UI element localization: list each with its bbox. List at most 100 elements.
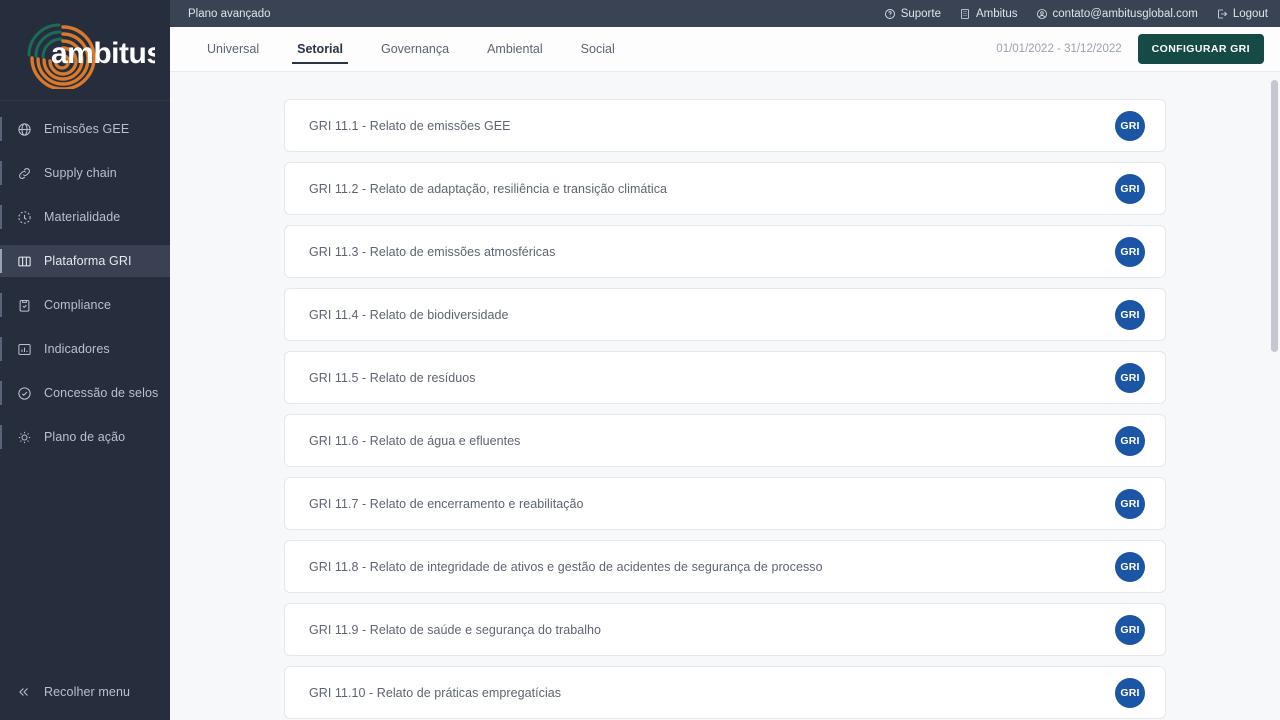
gri-item-title: GRI 11.1 - Relato de emissões GEE xyxy=(309,118,511,133)
tab-list: Universal Setorial Governança Ambiental … xyxy=(188,27,634,71)
topbar-right: Suporte Ambitus contato@ambitusglobal.co… xyxy=(884,8,1268,20)
item-accent-bar xyxy=(0,381,2,405)
gri-list-item[interactable]: GRI 11.5 - Relato de resíduos GRI xyxy=(284,351,1166,404)
gri-item-title: GRI 11.2 - Relato de adaptação, resiliên… xyxy=(309,181,668,196)
sidebar-item-label: Plano de ação xyxy=(44,430,126,444)
gri-badge[interactable]: GRI xyxy=(1115,110,1145,141)
ambitus-logo-icon: ambitus xyxy=(27,23,155,89)
sidebar-item-concessao-de-selos[interactable]: Concessão de selos xyxy=(0,377,170,409)
item-accent-bar xyxy=(0,205,2,229)
gri-list-item[interactable]: GRI 11.6 - Relato de água e efluentes GR… xyxy=(284,414,1166,467)
tab-label: Ambiental xyxy=(487,42,543,56)
gri-list-item[interactable]: GRI 11.2 - Relato de adaptação, resiliên… xyxy=(284,162,1166,215)
tabbar-actions: 01/01/2022 - 31/12/2022 CONFIGURAR GRI xyxy=(996,27,1264,71)
gri-list: GRI 11.1 - Relato de emissões GEE GRI GR… xyxy=(170,72,1280,720)
gri-list-item[interactable]: GRI 11.10 - Relato de práticas empregatí… xyxy=(284,666,1166,719)
bar-chart-icon xyxy=(14,339,34,359)
brand-logo[interactable]: ambitus xyxy=(0,0,170,101)
gri-badge[interactable]: GRI xyxy=(1115,425,1145,456)
content-area: GRI 11.1 - Relato de emissões GEE GRI GR… xyxy=(170,72,1280,720)
gri-badge[interactable]: GRI xyxy=(1115,614,1145,645)
logout-icon xyxy=(1216,8,1228,20)
date-range-picker[interactable]: 01/01/2022 - 31/12/2022 xyxy=(996,43,1121,55)
gri-list-item[interactable]: GRI 11.3 - Relato de emissões atmosféric… xyxy=(284,225,1166,278)
gri-item-title: GRI 11.9 - Relato de saúde e segurança d… xyxy=(309,622,602,637)
topbar-left: Plano avançado xyxy=(182,8,270,20)
plan-label: Plano avançado xyxy=(188,7,271,20)
gri-badge[interactable]: GRI xyxy=(1115,362,1145,393)
sidebar-item-label: Supply chain xyxy=(44,166,117,180)
gri-badge[interactable]: GRI xyxy=(1115,299,1145,330)
gri-item-title: GRI 11.10 - Relato de práticas empregatí… xyxy=(309,685,562,700)
gri-item-title: GRI 11.4 - Relato de biodiversidade xyxy=(309,307,509,322)
gri-list-item[interactable]: GRI 11.4 - Relato de biodiversidade GRI xyxy=(284,288,1166,341)
item-accent-bar xyxy=(0,293,2,317)
gri-badge[interactable]: GRI xyxy=(1115,551,1145,582)
tab-ambiental[interactable]: Ambiental xyxy=(468,27,562,71)
check-circle-icon xyxy=(14,383,34,403)
app-root: ambitus Emissões GEE Supply chain Materi… xyxy=(0,0,1280,720)
tab-setorial[interactable]: Setorial xyxy=(278,27,362,71)
support-label: Suporte xyxy=(900,7,941,20)
gri-badge[interactable]: GRI xyxy=(1115,677,1145,708)
gri-item-title: GRI 11.5 - Relato de resíduos xyxy=(309,370,476,385)
gri-badge[interactable]: GRI xyxy=(1115,488,1145,519)
scrollbar-thumb[interactable] xyxy=(1271,80,1278,352)
sidebar-item-plano-de-acao[interactable]: Plano de ação xyxy=(0,421,170,453)
gri-item-title: GRI 11.6 - Relato de água e efluentes xyxy=(309,433,521,448)
columns-icon xyxy=(14,251,34,271)
gri-list-item[interactable]: GRI 11.9 - Relato de saúde e segurança d… xyxy=(284,603,1166,656)
account-email: contato@ambitusglobal.com xyxy=(1052,7,1198,20)
tab-label: Social xyxy=(580,42,615,56)
collapse-menu-label: Recolher menu xyxy=(44,685,131,699)
gri-badge[interactable]: GRI xyxy=(1115,236,1145,267)
account-link[interactable]: contato@ambitusglobal.com xyxy=(1036,8,1198,20)
tab-governanca[interactable]: Governança xyxy=(362,27,468,71)
sidebar-item-label: Indicadores xyxy=(44,342,110,356)
user-circle-icon xyxy=(1036,8,1048,20)
sidebar-item-indicadores[interactable]: Indicadores xyxy=(0,333,170,365)
tabbar: Universal Setorial Governança Ambiental … xyxy=(170,27,1280,72)
sidebar-item-supply-chain[interactable]: Supply chain xyxy=(0,157,170,189)
sidebar-item-emissoes-gee[interactable]: Emissões GEE xyxy=(0,113,170,145)
gri-list-item[interactable]: GRI 11.8 - Relato de integridade de ativ… xyxy=(284,540,1166,593)
item-accent-bar xyxy=(0,161,2,185)
company-link[interactable]: Ambitus xyxy=(959,8,1018,20)
tab-social[interactable]: Social xyxy=(562,27,634,71)
sidebar-item-label: Emissões GEE xyxy=(44,122,130,136)
item-accent-bar xyxy=(0,117,2,141)
globe-icon xyxy=(14,119,34,139)
sidebar-nav: Emissões GEE Supply chain Materialidade … xyxy=(0,101,170,670)
gri-item-title: GRI 11.3 - Relato de emissões atmosféric… xyxy=(309,244,556,259)
gri-list-item[interactable]: GRI 11.1 - Relato de emissões GEE GRI xyxy=(284,99,1166,152)
content-scrollbar[interactable] xyxy=(1269,72,1280,720)
svg-text:ambitus: ambitus xyxy=(51,37,155,70)
logout-button[interactable]: Logout xyxy=(1216,8,1268,20)
tab-universal[interactable]: Universal xyxy=(188,27,278,71)
link-icon xyxy=(14,163,34,183)
company-label: Ambitus xyxy=(975,7,1018,20)
gri-list-item[interactable]: GRI 11.7 - Relato de encerramento e reab… xyxy=(284,477,1166,530)
item-accent-bar xyxy=(0,337,2,361)
sidebar-item-label: Materialidade xyxy=(44,210,121,224)
sidebar-item-plataforma-gri[interactable]: Plataforma GRI xyxy=(0,245,170,277)
configure-gri-button[interactable]: CONFIGURAR GRI xyxy=(1137,34,1264,64)
sidebar-item-label: Plataforma GRI xyxy=(44,254,132,268)
main-area: Plano avançado Suporte Ambitus contato@a… xyxy=(170,0,1280,720)
chevrons-left-icon xyxy=(14,682,34,702)
sidebar-item-compliance[interactable]: Compliance xyxy=(0,289,170,321)
clipboard-check-icon xyxy=(14,295,34,315)
tab-label: Setorial xyxy=(297,42,343,56)
tab-label: Universal xyxy=(207,42,260,56)
support-link[interactable]: Suporte xyxy=(884,8,941,20)
item-accent-bar xyxy=(0,425,2,449)
collapse-menu-button[interactable]: Recolher menu xyxy=(0,670,170,714)
gri-badge[interactable]: GRI xyxy=(1115,173,1145,204)
sidebar-item-materialidade[interactable]: Materialidade xyxy=(0,201,170,233)
